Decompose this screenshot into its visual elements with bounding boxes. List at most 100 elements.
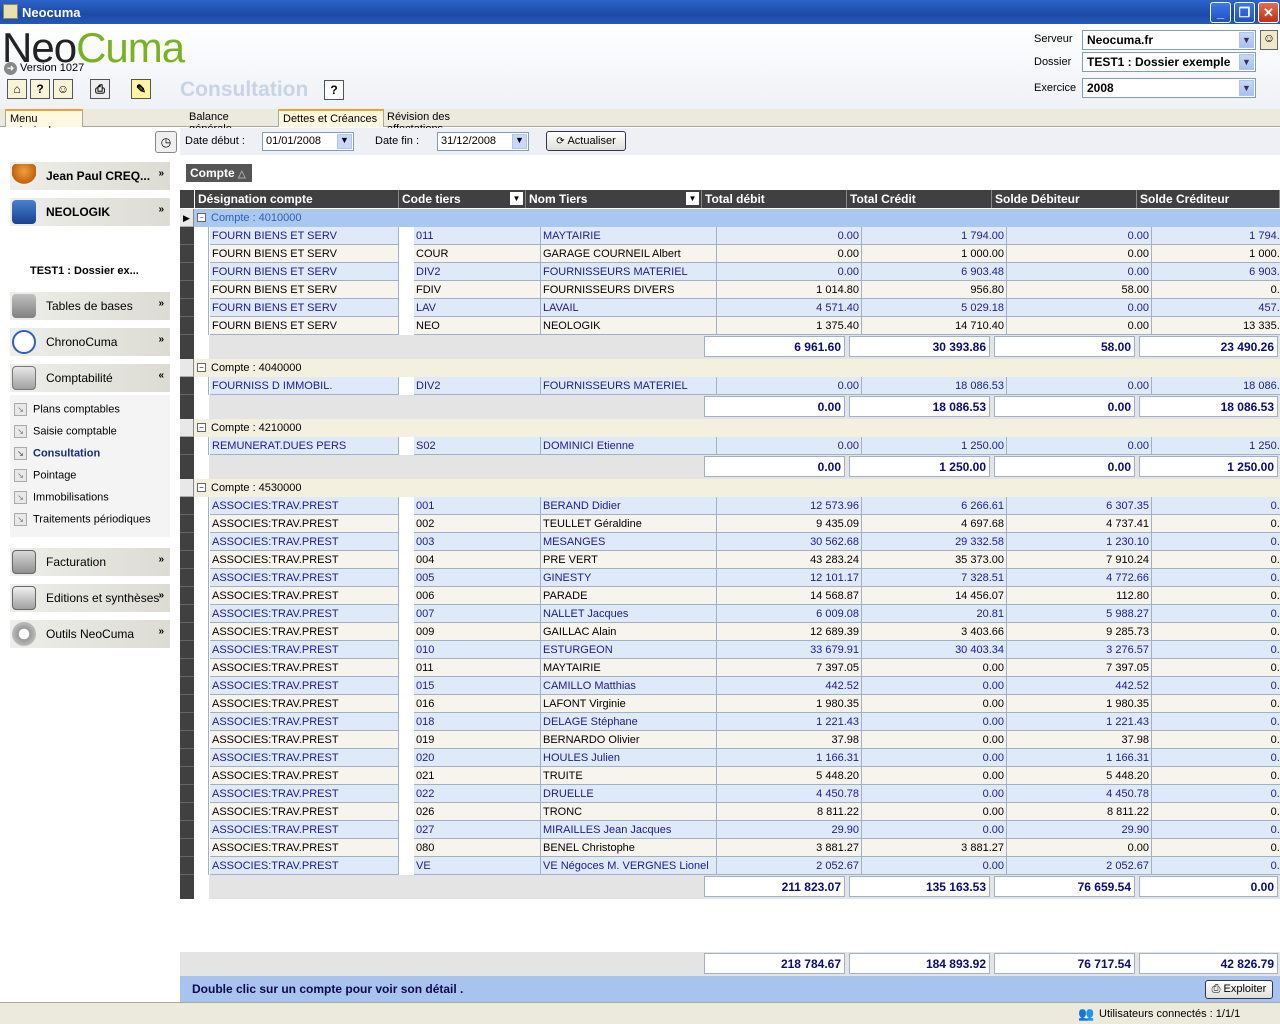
table-cell[interactable]: 30 562.68 [717, 533, 862, 551]
table-cell[interactable]: 29.90 [1007, 821, 1152, 839]
row-selector[interactable] [180, 785, 194, 803]
row-selector[interactable] [180, 677, 194, 695]
table-cell[interactable]: BENEL Christophe [541, 839, 717, 857]
user-help-icon[interactable]: ☺ [53, 79, 73, 99]
tab-dettes-creances[interactable]: Dettes et Créances [278, 109, 384, 127]
print-icon[interactable]: ⎙ [90, 79, 110, 99]
column-header[interactable]: Solde Créditeur [1137, 190, 1280, 208]
table-cell[interactable]: ASSOCIES:TRAV.PREST [210, 533, 399, 551]
row-selector[interactable] [180, 839, 194, 857]
table-cell[interactable]: 0.00 [1152, 605, 1280, 623]
table-cell[interactable]: 9 435.09 [717, 515, 862, 533]
table-cell[interactable]: 0.00 [1152, 659, 1280, 677]
table-cell[interactable]: 0.00 [1152, 803, 1280, 821]
table-cell[interactable]: 4 772.66 [1007, 569, 1152, 587]
table-cell[interactable]: 6 009.08 [717, 605, 862, 623]
table-cell[interactable]: GINESTY [541, 569, 717, 587]
table-cell[interactable]: ASSOCIES:TRAV.PREST [210, 497, 399, 515]
column-header[interactable]: Solde Débiteur [992, 190, 1137, 208]
group-row[interactable]: − Compte : 4010000 [194, 209, 1280, 227]
table-cell[interactable]: 1 221.43 [1007, 713, 1152, 731]
table-cell[interactable]: ASSOCIES:TRAV.PREST [210, 551, 399, 569]
table-cell[interactable]: FOURNISSEURS MATERIEL [541, 263, 717, 281]
row-selector[interactable] [180, 731, 194, 749]
collapse-icon[interactable]: − [197, 363, 206, 372]
table-cell[interactable]: FOURNISS D IMMOBIL. [210, 377, 399, 395]
table-cell[interactable]: 4 571.40 [717, 299, 862, 317]
table-cell[interactable]: 0.00 [1152, 767, 1280, 785]
table-cell[interactable]: TRUITE [541, 767, 717, 785]
sidebar-item-plans[interactable]: ↘ Plans comptables [14, 403, 120, 416]
table-cell[interactable]: GARAGE COURNEIL Albert [541, 245, 717, 263]
table-cell[interactable]: 0.00 [1007, 227, 1152, 245]
filter-dropdown-icon[interactable]: ▼ [510, 192, 523, 205]
table-cell[interactable]: REMUNERAT.DUES PERS [210, 437, 399, 455]
row-selector[interactable] [180, 605, 194, 623]
tab-main-menu[interactable]: Menu principal [5, 109, 83, 137]
collapse-icon[interactable]: − [197, 213, 206, 222]
table-cell[interactable]: 3 881.27 [862, 839, 1007, 857]
table-cell[interactable]: 14 568.87 [717, 587, 862, 605]
sidebar-group-facturation[interactable]: Facturation» [10, 548, 170, 576]
table-cell[interactable]: FOURN BIENS ET SERV [210, 299, 399, 317]
table-cell[interactable]: 080 [414, 839, 541, 857]
exercice-select[interactable]: 2008 ▼ [1082, 78, 1256, 98]
row-selector[interactable] [180, 623, 194, 641]
sidebar-item-consultation[interactable]: ↘ Consultation [14, 447, 100, 460]
table-cell[interactable]: 0.00 [1152, 281, 1280, 299]
table-cell[interactable]: 37.98 [717, 731, 862, 749]
table-cell[interactable]: DIV2 [414, 263, 541, 281]
table-cell[interactable]: BERNARDO Olivier [541, 731, 717, 749]
table-cell[interactable]: MAYTAIRIE [541, 659, 717, 677]
sidebar-group-chronocuma[interactable]: ChronoCuma» [10, 328, 170, 356]
table-cell[interactable]: 5 448.20 [1007, 767, 1152, 785]
table-cell[interactable]: GAILLAC Alain [541, 623, 717, 641]
row-selector[interactable] [180, 857, 194, 875]
table-cell[interactable]: 1 000.00 [862, 245, 1007, 263]
table-cell[interactable]: 0.00 [1152, 731, 1280, 749]
table-cell[interactable]: 011 [414, 659, 541, 677]
table-cell[interactable]: 4 450.78 [1007, 785, 1152, 803]
table-cell[interactable]: 6 307.35 [1007, 497, 1152, 515]
table-cell[interactable]: 112.80 [1007, 587, 1152, 605]
table-cell[interactable]: ASSOCIES:TRAV.PREST [210, 569, 399, 587]
table-cell[interactable]: 3 403.66 [862, 623, 1007, 641]
table-cell[interactable]: 0.00 [1152, 857, 1280, 875]
tab-revision[interactable]: Révision des affectations [383, 109, 513, 135]
table-cell[interactable]: 14 710.40 [862, 317, 1007, 335]
table-cell[interactable]: ASSOCIES:TRAV.PREST [210, 605, 399, 623]
table-cell[interactable]: DRUELLE [541, 785, 717, 803]
table-cell[interactable]: 1 794.00 [1152, 227, 1280, 245]
row-selector[interactable] [180, 227, 194, 245]
table-cell[interactable]: 1 230.10 [1007, 533, 1152, 551]
table-cell[interactable]: COUR [414, 245, 541, 263]
column-header[interactable]: Total débit [702, 190, 847, 208]
row-selector[interactable] [180, 713, 194, 731]
table-cell[interactable]: 0.00 [1152, 533, 1280, 551]
table-cell[interactable]: 7 910.24 [1007, 551, 1152, 569]
row-selector[interactable] [180, 803, 194, 821]
row-selector[interactable] [180, 767, 194, 785]
row-selector[interactable] [180, 551, 194, 569]
home-icon[interactable]: ⌂ [7, 79, 27, 99]
table-cell[interactable]: 1 794.00 [862, 227, 1007, 245]
table-cell[interactable]: 1 221.43 [717, 713, 862, 731]
table-cell[interactable]: 18 086.53 [1152, 377, 1280, 395]
table-cell[interactable]: 0.00 [862, 731, 1007, 749]
table-cell[interactable]: ASSOCIES:TRAV.PREST [210, 677, 399, 695]
table-cell[interactable]: DIV2 [414, 377, 541, 395]
table-cell[interactable]: NEO [414, 317, 541, 335]
table-cell[interactable]: 0.00 [862, 713, 1007, 731]
table-cell[interactable]: 4 737.41 [1007, 515, 1152, 533]
table-cell[interactable]: 0.00 [1152, 551, 1280, 569]
sidebar-group-outils[interactable]: Outils NeoCuma» [10, 620, 170, 648]
table-cell[interactable]: ASSOCIES:TRAV.PREST [210, 749, 399, 767]
row-selector[interactable] [180, 497, 194, 515]
table-cell[interactable]: 0.00 [1152, 749, 1280, 767]
table-cell[interactable]: 0.00 [1152, 695, 1280, 713]
table-cell[interactable]: 0.00 [1152, 497, 1280, 515]
row-selector[interactable] [180, 821, 194, 839]
row-selector[interactable] [180, 245, 194, 263]
row-selector[interactable] [180, 533, 194, 551]
table-cell[interactable]: NEOLOGIK [541, 317, 717, 335]
